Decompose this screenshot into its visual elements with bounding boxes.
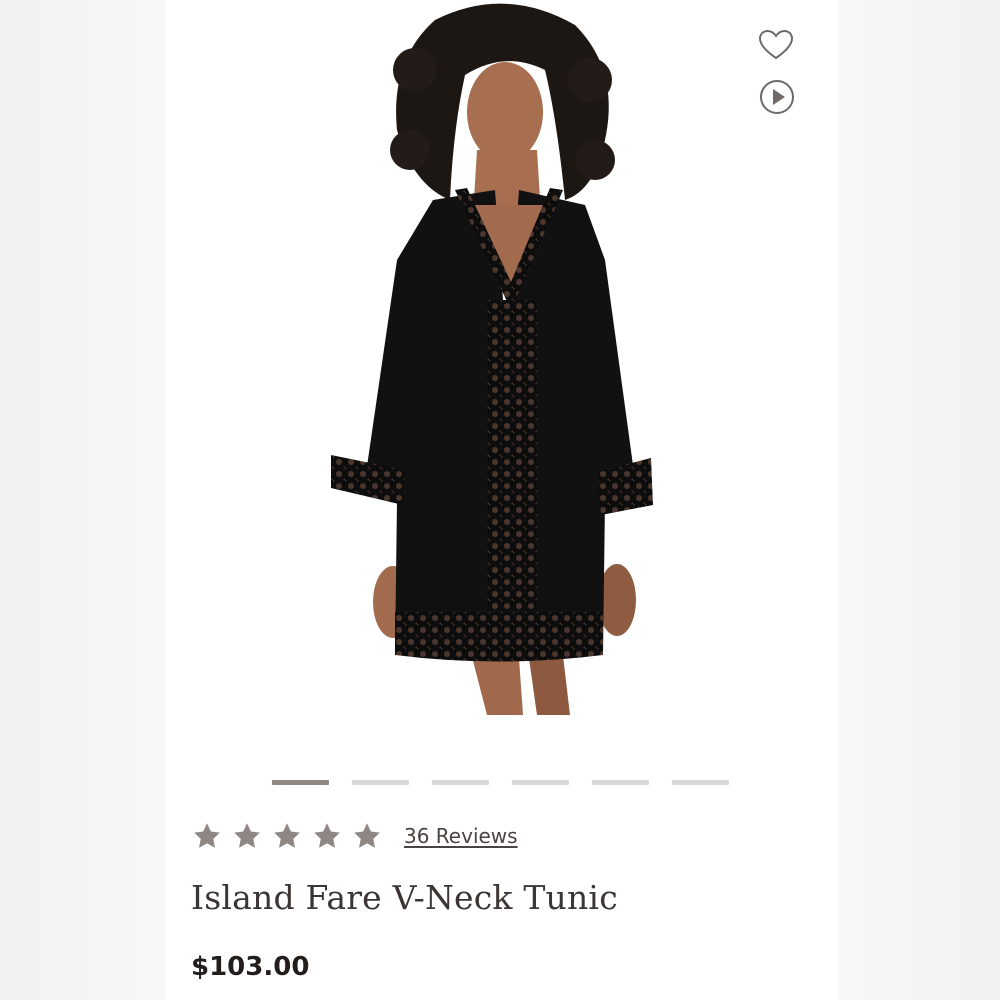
star-icon <box>354 823 380 848</box>
star-icon <box>314 823 340 848</box>
carousel-dot-1[interactable] <box>272 780 329 785</box>
carousel-dot-3[interactable] <box>432 780 489 785</box>
reviews-link[interactable]: 36 Reviews <box>404 824 518 848</box>
product-title: Island Fare V-Neck Tunic <box>191 878 618 917</box>
product-image[interactable] <box>165 0 838 730</box>
play-icon <box>760 80 794 114</box>
right-gutter <box>838 0 1000 1000</box>
wishlist-button[interactable] <box>759 30 799 70</box>
carousel-dot-4[interactable] <box>512 780 569 785</box>
left-gutter <box>0 0 165 1000</box>
carousel-dot-5[interactable] <box>592 780 649 785</box>
star-icon <box>274 823 300 848</box>
carousel-dot-6[interactable] <box>672 780 729 785</box>
product-price: $103.00 <box>191 952 310 982</box>
play-video-button[interactable] <box>759 79 799 119</box>
heart-icon <box>759 30 793 60</box>
star-icon <box>194 823 220 848</box>
product-rating: 36 Reviews <box>192 820 518 852</box>
carousel-dot-2[interactable] <box>352 780 409 785</box>
product-photo-illustration <box>331 3 653 715</box>
product-card: 36 Reviews Island Fare V-Neck Tunic $103… <box>165 0 838 1000</box>
star-icon <box>234 823 260 848</box>
image-carousel-indicators <box>165 780 838 786</box>
